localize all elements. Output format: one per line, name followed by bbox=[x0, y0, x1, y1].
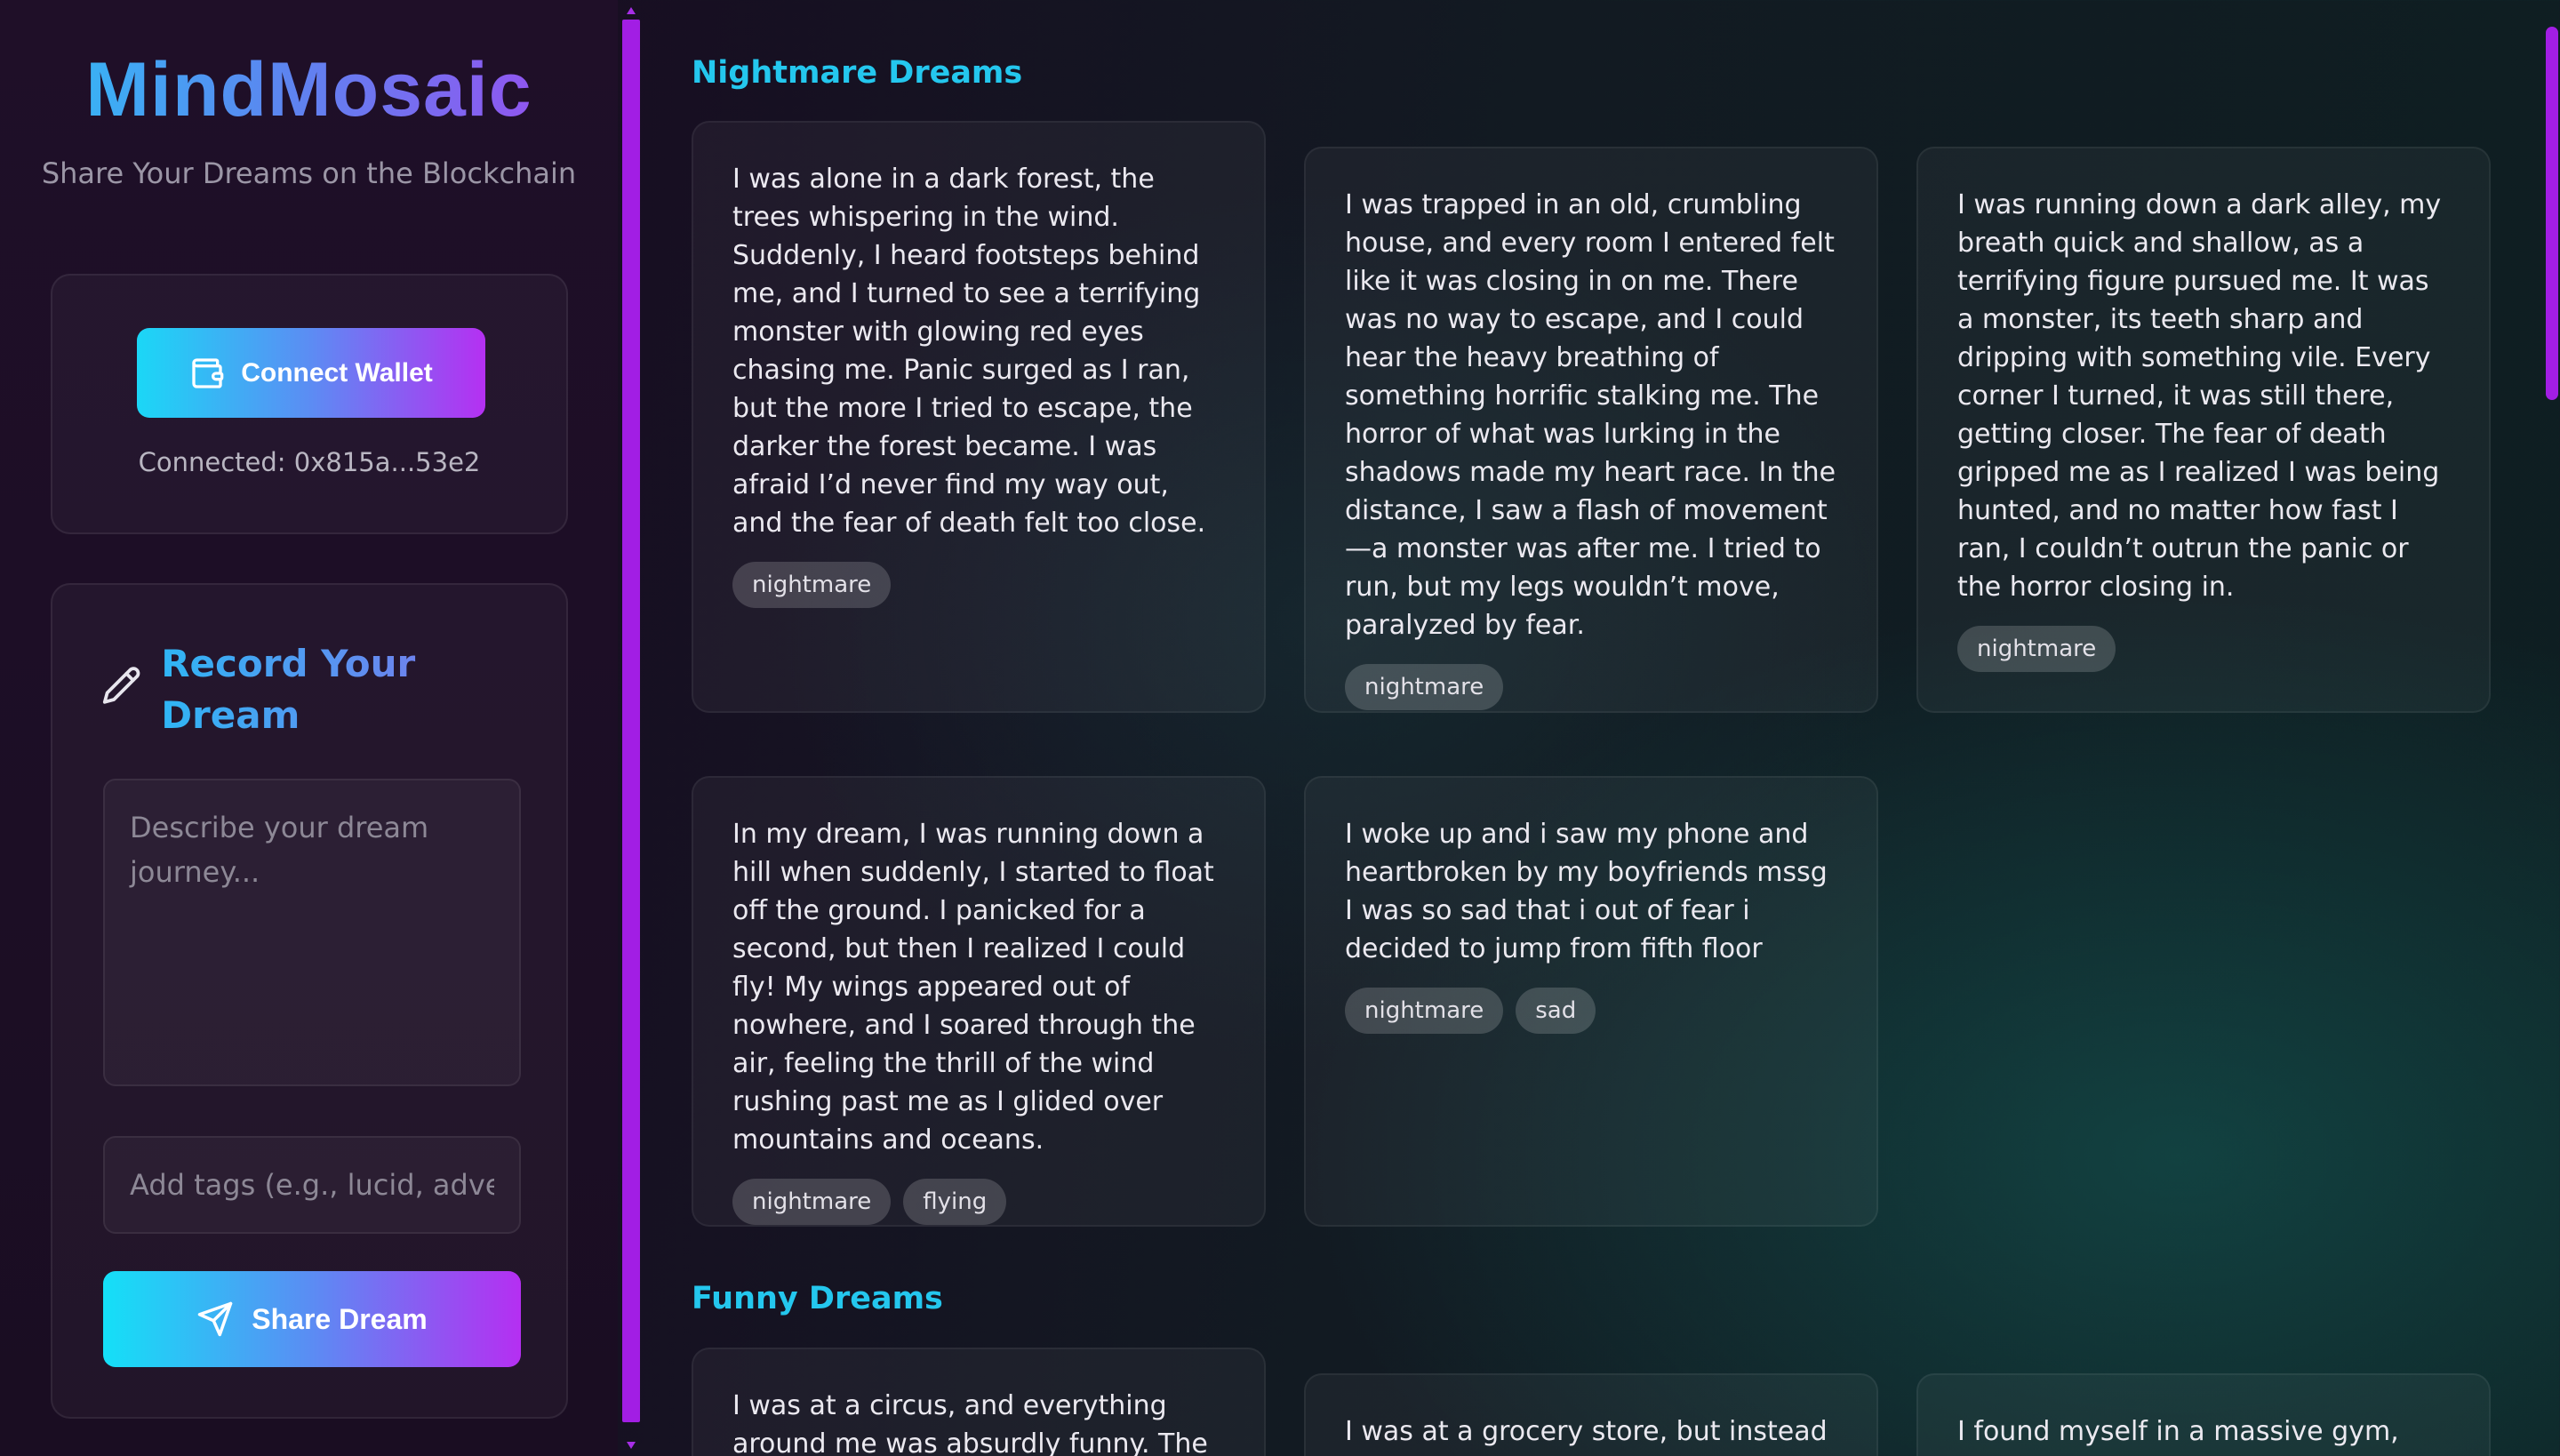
sidebar-scroll-thumb[interactable] bbox=[622, 20, 640, 1422]
share-dream-button[interactable]: Share Dream bbox=[103, 1271, 521, 1367]
main-scroll-thumb[interactable] bbox=[2546, 27, 2558, 400]
tag-list: nightmare bbox=[732, 562, 1227, 608]
sidebar: MindMosaic Share Your Dreams on the Bloc… bbox=[0, 0, 618, 1456]
dream-text: I was alone in a dark forest, the trees … bbox=[732, 164, 1206, 539]
wallet-icon bbox=[192, 357, 224, 388]
tag[interactable]: nightmare bbox=[1345, 988, 1504, 1034]
dream-text: In my dream, I was running down a hill w… bbox=[732, 819, 1214, 1156]
wallet-status: Connected: 0x815a...53e2 bbox=[138, 447, 481, 477]
tag-list: nightmare sad bbox=[1345, 988, 1839, 1034]
sidebar-scrollbar[interactable] bbox=[622, 0, 640, 1456]
dream-text: I was running down a dark alley, my brea… bbox=[1957, 189, 2442, 603]
tag[interactable]: nightmare bbox=[1345, 664, 1504, 710]
brand-tagline: Share Your Dreams on the Blockchain bbox=[41, 156, 577, 190]
wallet-panel: Connect Wallet Connected: 0x815a...53e2 bbox=[51, 274, 568, 534]
dream-card[interactable]: I was at a grocery store, but instead of bbox=[1304, 1373, 1878, 1456]
dream-card[interactable]: I woke up and i saw my phone and heartbr… bbox=[1304, 776, 1878, 1227]
scroll-up-arrow-icon[interactable] bbox=[627, 7, 636, 14]
dream-text: I found myself in a massive gym, but bbox=[1957, 1416, 2399, 1456]
section-title-nightmare: Nightmare Dreams bbox=[692, 55, 1023, 91]
dream-card[interactable]: I found myself in a massive gym, but bbox=[1916, 1373, 2491, 1456]
tag-list: nightmare flying bbox=[732, 1179, 1227, 1225]
main-scrollbar[interactable] bbox=[2542, 0, 2560, 1456]
pencil-icon bbox=[102, 667, 140, 704]
tag[interactable]: nightmare bbox=[1957, 626, 2116, 672]
record-dream-panel: Record Your Dream Share Dream bbox=[51, 583, 568, 1419]
dream-text: I woke up and i saw my phone and heartbr… bbox=[1345, 819, 1828, 964]
tag[interactable]: nightmare bbox=[732, 562, 892, 608]
dream-text: I was at a circus, and everything around… bbox=[732, 1390, 1208, 1456]
tag[interactable]: sad bbox=[1516, 988, 1596, 1034]
dream-text: I was trapped in an old, crumbling house… bbox=[1345, 189, 1836, 641]
dream-card[interactable]: I was alone in a dark forest, the trees … bbox=[692, 121, 1266, 713]
connect-wallet-label: Connect Wallet bbox=[241, 357, 433, 388]
dream-text: I was at a grocery store, but instead of bbox=[1345, 1416, 1828, 1456]
send-icon bbox=[198, 1301, 233, 1337]
tag-list: nightmare bbox=[1957, 626, 2452, 672]
tag[interactable]: flying bbox=[903, 1179, 1007, 1225]
scroll-down-arrow-icon[interactable] bbox=[627, 1442, 636, 1449]
connect-wallet-button[interactable]: Connect Wallet bbox=[137, 328, 485, 418]
tags-input[interactable] bbox=[103, 1136, 521, 1234]
section-title-funny: Funny Dreams bbox=[692, 1281, 943, 1316]
dream-card[interactable]: In my dream, I was running down a hill w… bbox=[692, 776, 1266, 1227]
brand-logo: MindMosaic bbox=[0, 46, 618, 134]
tag-list: nightmare bbox=[1345, 664, 1839, 710]
dream-card[interactable]: I was at a circus, and everything around… bbox=[692, 1348, 1266, 1456]
dream-description-input[interactable] bbox=[103, 779, 521, 1086]
tag[interactable]: nightmare bbox=[732, 1179, 892, 1225]
dream-card[interactable]: I was running down a dark alley, my brea… bbox=[1916, 147, 2491, 713]
share-dream-label: Share Dream bbox=[252, 1302, 428, 1335]
record-title: Record Your Dream bbox=[161, 638, 528, 741]
dream-feed: Nightmare Dreams I was alone in a dark f… bbox=[640, 0, 2542, 1456]
dream-card[interactable]: I was trapped in an old, crumbling house… bbox=[1304, 147, 1878, 713]
record-header: Record Your Dream bbox=[101, 638, 528, 754]
